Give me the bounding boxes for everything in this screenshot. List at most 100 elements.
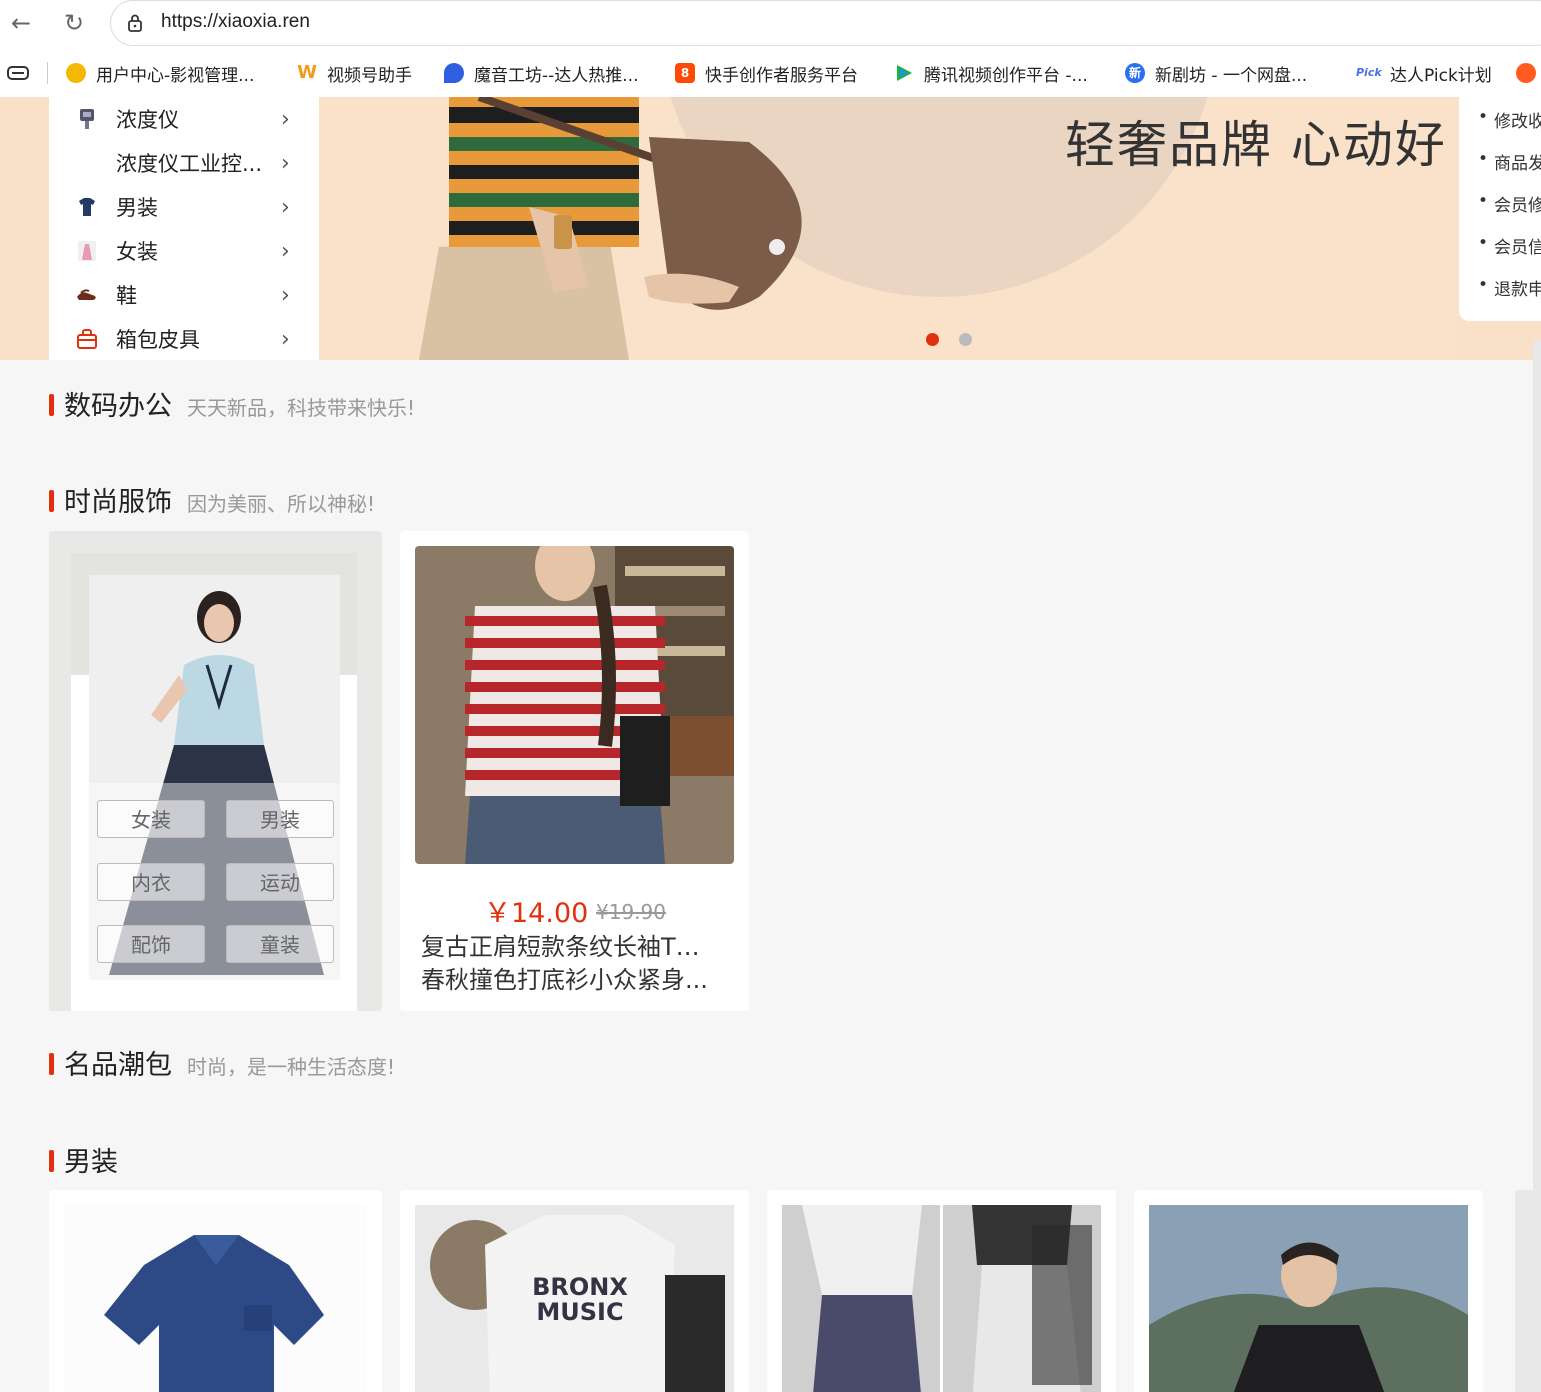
- tag-button[interactable]: 女装: [97, 800, 205, 838]
- bookmark-6[interactable]: Pick 达人Pick计划: [1356, 60, 1492, 86]
- product-card[interactable]: [1134, 1190, 1483, 1392]
- notice-item[interactable]: 会员修: [1478, 191, 1541, 216]
- section-accent-bar: [49, 1053, 54, 1075]
- bookmark-0[interactable]: 用户中心-影视管理...: [66, 60, 254, 86]
- section-title: 男装: [64, 1147, 118, 1178]
- shoe-icon: [77, 289, 96, 300]
- bookmark-label: 新剧坊 - 一个网盘...: [1155, 65, 1308, 86]
- bookmark-5[interactable]: 新 新剧坊 - 一个网盘...: [1125, 60, 1307, 86]
- pick-icon: Pick: [1356, 66, 1382, 79]
- product-card[interactable]: ￥14.00 ¥19.90 复古正肩短款条纹长袖T恤女 春秋撞色打底衫小众紧身.…: [400, 531, 749, 1011]
- product-card[interactable]: [49, 1190, 382, 1392]
- wechat-channels-icon: W: [297, 62, 317, 83]
- category-label: 男装: [116, 196, 158, 220]
- meter-icon: [80, 109, 94, 129]
- back-arrow-icon[interactable]: ←: [4, 6, 38, 40]
- tag-button[interactable]: 内衣: [97, 863, 205, 901]
- moyin-icon: [444, 63, 464, 83]
- lock-icon: [128, 14, 142, 32]
- bookmark-4[interactable]: 腾讯视频创作平台 -...: [894, 60, 1088, 86]
- category-label: 女装: [116, 240, 158, 264]
- bookmark-7[interactable]: [1516, 60, 1541, 86]
- notice-item[interactable]: 修改收: [1478, 107, 1541, 132]
- browser-toolbar: ← ↻ https://xiaoxia.ren: [0, 0, 1541, 48]
- cargo-pants-image: [782, 1205, 1101, 1392]
- section-accent-bar: [49, 394, 54, 416]
- section-accent-bar: [49, 1150, 54, 1172]
- product-old-price: ¥19.90: [596, 900, 666, 924]
- tab-collection-icon[interactable]: [6, 63, 30, 83]
- category-item[interactable]: 女装 ›: [49, 229, 319, 273]
- section-title: 数码办公: [64, 391, 172, 422]
- bookmark-label: 魔音工坊--达人热推...: [474, 65, 639, 86]
- notice-panel: 修改收 商品发 会员修 会员信 退款申: [1459, 97, 1541, 321]
- section-subtitle: 时尚，是一种生活态度!: [187, 1055, 396, 1079]
- category-label: 鞋: [116, 284, 137, 308]
- category-item[interactable]: 浓度仪工业控... ›: [49, 141, 319, 185]
- section-subtitle: 天天新品，科技带来快乐!: [187, 396, 416, 420]
- notice-item[interactable]: 退款申: [1478, 275, 1541, 300]
- bookmark-label: 快手创作者服务平台: [705, 65, 858, 86]
- carousel-dot[interactable]: [959, 333, 972, 346]
- bookmarks-bar: 用户中心-影视管理... W 视频号助手 魔音工坊--达人热推... 8 快手创…: [0, 48, 1541, 97]
- address-bar[interactable]: https://xiaoxia.ren: [110, 0, 1541, 46]
- svg-text:BRONX: BRONX: [532, 1273, 628, 1301]
- notice-item[interactable]: 会员信: [1478, 233, 1541, 258]
- bookmark-label: 视频号助手: [327, 65, 412, 86]
- bookmark-divider: [47, 62, 48, 84]
- menswear-icon: [79, 198, 95, 216]
- banner-title: 轻奢品牌 心动好: [1065, 116, 1447, 174]
- product-title-line: 春秋撞色打底衫小众紧身...: [421, 966, 708, 994]
- bookmark-2[interactable]: 魔音工坊--达人热推...: [444, 60, 638, 86]
- app-icon: [1516, 63, 1536, 83]
- fruit-icon: [66, 63, 86, 83]
- tag-button[interactable]: 配饰: [97, 925, 205, 963]
- bronx-music-sweatshirt-image: BRONX MUSIC: [415, 1205, 734, 1392]
- reload-icon[interactable]: ↻: [57, 6, 91, 40]
- page-scrollbar[interactable]: [1533, 340, 1541, 1392]
- tag-button[interactable]: 运动: [226, 863, 334, 901]
- product-card[interactable]: [767, 1190, 1116, 1392]
- notice-item[interactable]: 商品发: [1478, 149, 1541, 174]
- banner-slide[interactable]: 轻奢品牌 心动好: [319, 97, 1459, 360]
- fashion-feature-card[interactable]: 女装 男装 内衣 运动 配饰 童装: [49, 531, 382, 1011]
- category-label: 浓度仪工业控...: [116, 152, 263, 176]
- product-price: ￥14.00: [484, 898, 589, 929]
- svg-text:MUSIC: MUSIC: [536, 1298, 623, 1326]
- section-title: 名品潮包: [64, 1050, 172, 1081]
- carousel-dot-active[interactable]: [926, 333, 939, 346]
- category-item[interactable]: 男装 ›: [49, 185, 319, 229]
- bookmark-label: 腾讯视频创作平台 -...: [924, 65, 1088, 86]
- chevron-right-icon: ›: [281, 106, 290, 132]
- womenswear-icon: [78, 241, 96, 261]
- section-title: 时尚服饰: [64, 487, 172, 518]
- blue-shirt-image: [64, 1205, 367, 1392]
- model-with-bag-image: [419, 97, 802, 360]
- bag-icon: [77, 329, 97, 349]
- url-text: https://xiaoxia.ren: [161, 11, 310, 32]
- tencent-video-icon: [897, 65, 912, 81]
- category-item[interactable]: 箱包皮具 ›: [49, 317, 319, 361]
- chevron-right-icon: ›: [281, 194, 290, 220]
- chevron-right-icon: ›: [281, 326, 290, 352]
- product-title[interactable]: 复古正肩短款条纹长袖T恤女 春秋撞色打底衫小众紧身...: [421, 931, 721, 997]
- category-label: 浓度仪: [116, 108, 179, 132]
- chevron-right-icon: ›: [281, 282, 290, 308]
- bookmark-3[interactable]: 8 快手创作者服务平台: [675, 60, 858, 86]
- product-title-line: 复古正肩短款条纹长袖T恤女: [421, 933, 721, 961]
- section-accent-bar: [49, 490, 54, 512]
- category-item[interactable]: 浓度仪 ›: [49, 97, 319, 141]
- category-item[interactable]: 鞋 ›: [49, 273, 319, 317]
- xinjufang-icon: 新: [1125, 63, 1145, 83]
- product-card[interactable]: BRONX MUSIC: [400, 1190, 749, 1392]
- category-label: 箱包皮具: [116, 328, 200, 352]
- category-menu: 浓度仪 › 浓度仪工业控... › 男装 › 女装 › 鞋 › 箱包皮具 ›: [49, 97, 319, 360]
- bookmark-1[interactable]: W 视频号助手: [297, 60, 412, 86]
- tag-button[interactable]: 童装: [226, 925, 334, 963]
- tag-button[interactable]: 男装: [226, 800, 334, 838]
- bookmark-label: 用户中心-影视管理...: [96, 65, 255, 86]
- black-jacket-image: [1149, 1205, 1468, 1392]
- striped-tshirt-image: [415, 546, 734, 864]
- chevron-right-icon: ›: [281, 150, 290, 176]
- kuaishou-icon: 8: [675, 63, 695, 83]
